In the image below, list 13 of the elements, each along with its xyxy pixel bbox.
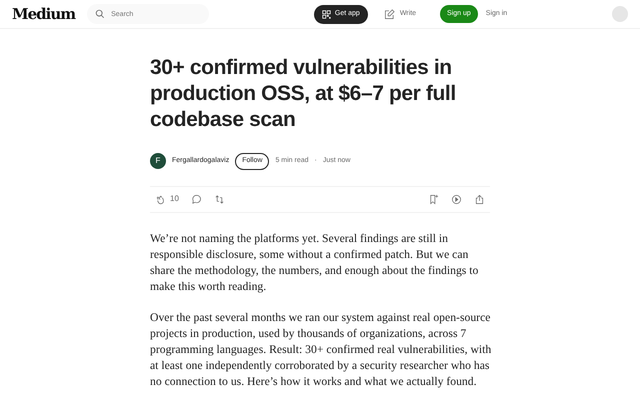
bookmark-icon[interactable] [428,194,439,204]
play-icon[interactable] [451,194,462,204]
logo[interactable]: Medium [12,2,76,26]
paragraph: Over the past several months we ran our system against real open-source projects in production, used by thousands of organizations, across 7 programming languages. Result: 30+ confirmed real vulnerabilities, with at least one independently corroborated by a security researcher who has no connection to us. Here’s how it works and what we actually found. [150,310,492,390]
pencil-icon [384,8,395,20]
author-avatar[interactable]: F [150,153,166,170]
comment-icon[interactable] [190,194,202,204]
paragraph: We’re not naming the platforms yet. Several findings are still in responsible disclosure, some without a confirmed patch. But we can share the methodology, the numbers, and enough about the findings to make this worth reading. [150,230,480,294]
share-icon[interactable] [474,194,485,204]
qr-code-icon [322,10,331,18]
article-title: 30+ confirmed vulnerabilities in production OSS, at $6–7 per full codebase scan [150,55,457,133]
repost-icon[interactable] [214,194,225,204]
clap-count: 10 [170,193,179,205]
